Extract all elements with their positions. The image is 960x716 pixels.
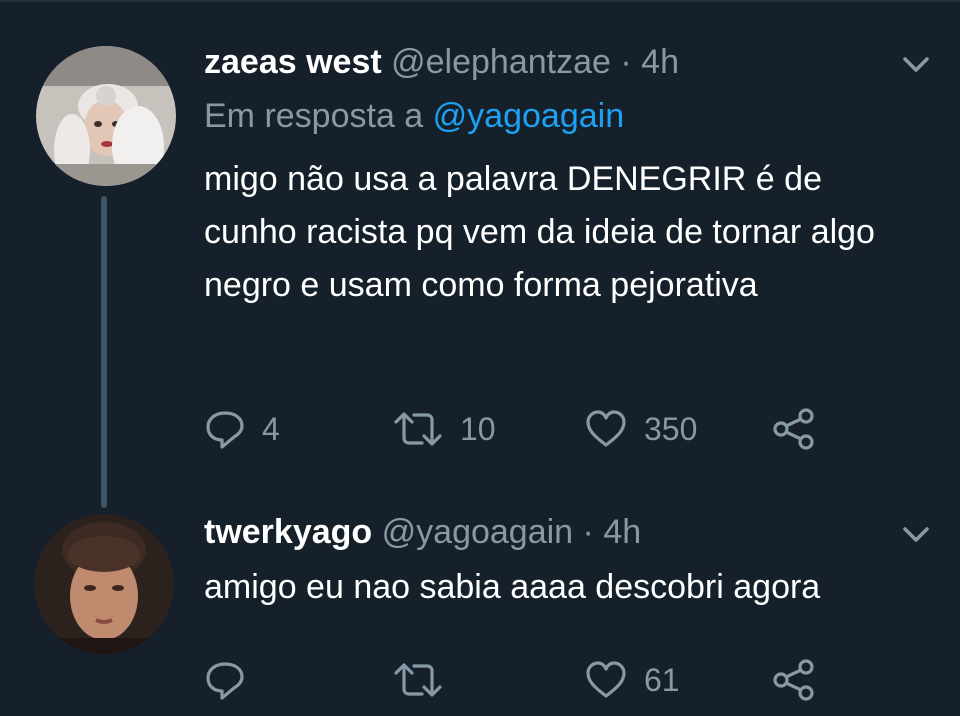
username[interactable]: @elephantzae [391, 43, 611, 81]
share-icon [773, 659, 814, 701]
separator: · [620, 43, 632, 81]
timestamp[interactable]: 4h [641, 43, 679, 81]
retweet-count: 10 [460, 410, 496, 447]
display-name[interactable]: zaeas west [204, 43, 382, 81]
tweet-header: twerkyago @yagoagain · 4h [204, 512, 641, 552]
reply-mention-link[interactable]: @yagoagain [433, 97, 624, 135]
retweet-icon [394, 663, 442, 697]
avatar[interactable] [34, 514, 174, 654]
reply-button[interactable]: 4 [204, 404, 280, 454]
chevron-down-icon[interactable] [902, 55, 930, 75]
retweet-icon [394, 412, 442, 446]
share-button[interactable] [772, 404, 816, 454]
like-button[interactable]: 61 [584, 655, 680, 705]
tweet-text: amigo eu nao sabia aaaa descobri agora [204, 568, 821, 606]
retweet-button[interactable] [392, 655, 460, 705]
like-icon [586, 661, 626, 698]
chevron-down-icon[interactable] [902, 525, 930, 545]
reply-prefix: Em resposta a [204, 97, 424, 135]
like-count: 61 [644, 661, 680, 698]
tweet-actions: 61 [204, 655, 844, 705]
like-button[interactable]: 350 [584, 404, 697, 454]
like-count: 350 [644, 410, 698, 447]
share-icon [773, 408, 814, 450]
display-name[interactable]: twerkyago [204, 513, 372, 551]
tweet-1[interactable]: zaeas west @elephantzae · 4h Em resposta… [0, 0, 960, 508]
tweet-text: migo não usa a palavra DENEGRIR é de cun… [204, 160, 875, 304]
share-button[interactable] [772, 655, 816, 705]
avatar-image [36, 46, 176, 186]
username[interactable]: @yagoagain [382, 513, 573, 551]
reply-button[interactable] [204, 655, 262, 705]
timestamp[interactable]: 4h [603, 513, 641, 551]
tweet-header: zaeas west @elephantzae · 4h [204, 42, 679, 82]
avatar[interactable] [36, 46, 176, 186]
like-icon [586, 410, 626, 447]
reply-count: 4 [262, 410, 280, 447]
tweet-2[interactable]: twerkyago @yagoagain · 4h amigo eu nao s… [0, 500, 960, 716]
separator: · [582, 513, 594, 551]
reply-icon [206, 662, 244, 700]
reply-context: Em resposta a @yagoagain [204, 96, 624, 136]
tweet-actions: 4 10 350 [204, 404, 844, 454]
retweet-button[interactable]: 10 [392, 404, 496, 454]
reply-icon [206, 411, 244, 449]
avatar-image [34, 514, 174, 654]
thread-line [101, 196, 107, 508]
